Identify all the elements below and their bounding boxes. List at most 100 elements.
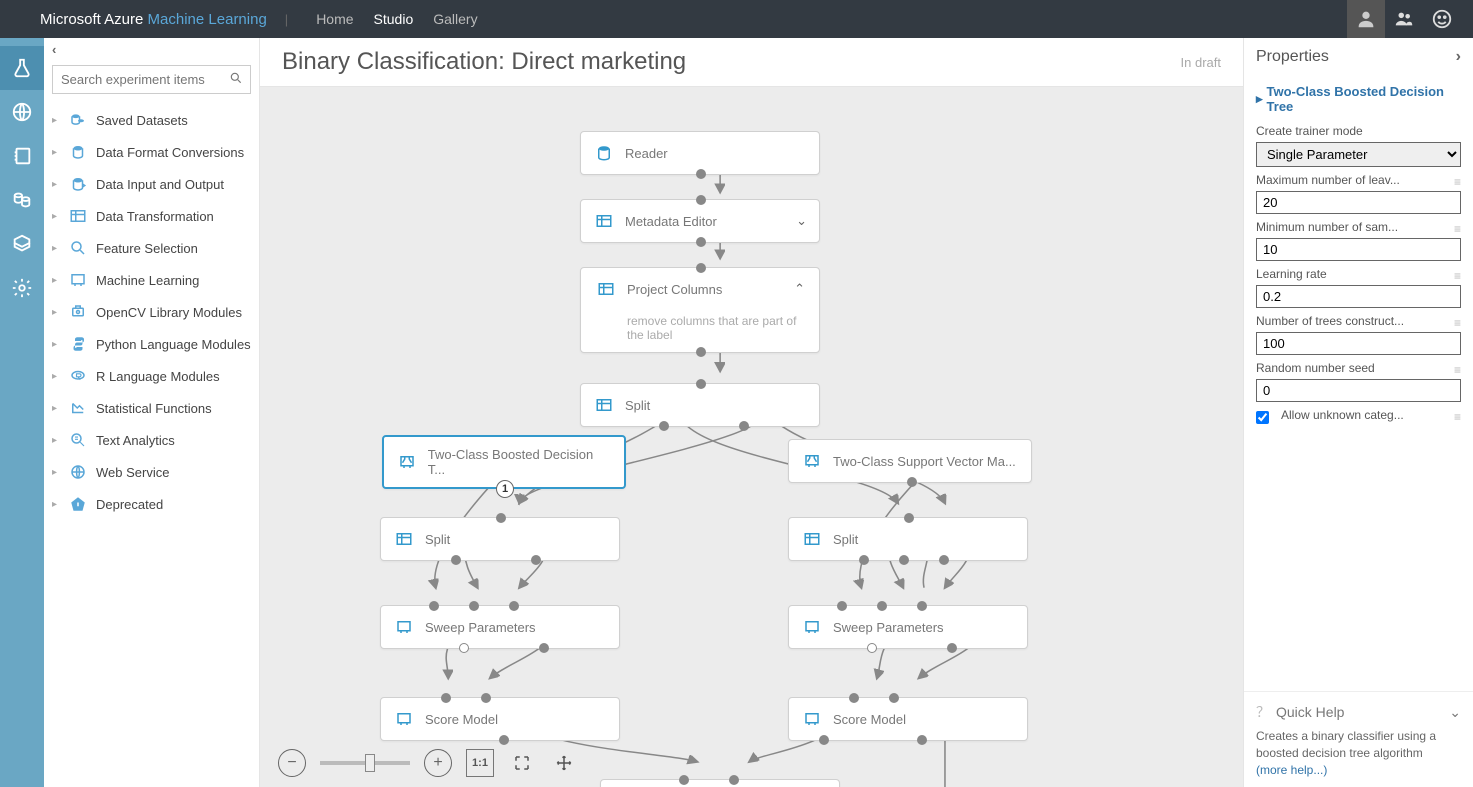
input-port[interactable] <box>849 693 859 703</box>
quick-help-header[interactable]: ？ Quick Help ⌄ <box>1256 702 1461 722</box>
category-data-transformation[interactable]: ▸Data Transformation <box>44 200 259 232</box>
node-evaluate-model[interactable]: Evaluate Model <box>600 779 840 787</box>
input-port[interactable] <box>481 693 491 703</box>
zoom-out-button[interactable]: − <box>278 749 306 777</box>
trainer-mode-select[interactable]: Single Parameter <box>1256 142 1461 167</box>
node-split-left[interactable]: Split <box>380 517 620 561</box>
pan-button[interactable] <box>550 749 578 777</box>
node-split-top[interactable]: Split <box>580 383 820 427</box>
node-sweep-right[interactable]: Sweep Parameters <box>788 605 1028 649</box>
category-feature-selection[interactable]: ▸Feature Selection <box>44 232 259 264</box>
input-port[interactable] <box>441 693 451 703</box>
output-port[interactable] <box>739 421 749 431</box>
output-port[interactable] <box>947 643 957 653</box>
category-machine-learning[interactable]: ▸Machine Learning <box>44 264 259 296</box>
menu-icon[interactable]: ≡ <box>1454 175 1461 189</box>
menu-icon[interactable]: ≡ <box>1454 316 1461 330</box>
feedback-icon[interactable] <box>1423 0 1461 38</box>
rail-datasets[interactable] <box>0 178 44 222</box>
section-header[interactable]: ▸ Two-Class Boosted Decision Tree <box>1256 80 1461 118</box>
menu-icon[interactable]: ≡ <box>1454 222 1461 236</box>
node-score-left[interactable]: Score Model <box>380 697 620 741</box>
category-web-service[interactable]: ▸Web Service <box>44 456 259 488</box>
category-r-language-modules[interactable]: ▸R Language Modules <box>44 360 259 392</box>
input-port[interactable] <box>877 601 887 611</box>
menu-icon[interactable]: ≡ <box>1454 269 1461 283</box>
input-port[interactable] <box>917 601 927 611</box>
min-samples-input[interactable] <box>1256 238 1461 261</box>
input-port[interactable] <box>679 775 689 785</box>
category-data-input-and-output[interactable]: ▸Data Input and Output <box>44 168 259 200</box>
seed-input[interactable] <box>1256 379 1461 402</box>
output-port[interactable] <box>659 421 669 431</box>
nav-studio[interactable]: Studio <box>374 11 414 27</box>
user-icon[interactable] <box>1347 0 1385 38</box>
rail-web-services[interactable] <box>0 90 44 134</box>
category-python-language-modules[interactable]: ▸Python Language Modules <box>44 328 259 360</box>
input-port[interactable] <box>889 693 899 703</box>
menu-icon[interactable]: ≡ <box>1454 363 1461 377</box>
team-icon[interactable] <box>1385 0 1423 38</box>
input-port[interactable] <box>904 513 914 523</box>
output-port[interactable] <box>859 555 869 565</box>
input-port[interactable] <box>696 379 706 389</box>
rail-notebooks[interactable] <box>0 134 44 178</box>
allow-unknown-checkbox[interactable] <box>1256 411 1269 424</box>
nav-home[interactable]: Home <box>316 11 353 27</box>
input-port[interactable] <box>729 775 739 785</box>
input-port[interactable] <box>469 601 479 611</box>
category-text-analytics[interactable]: ▸Text Analytics <box>44 424 259 456</box>
node-split-right[interactable]: Split <box>788 517 1028 561</box>
node-support-vector-machine[interactable]: Two-Class Support Vector Ma... <box>788 439 1032 483</box>
input-port[interactable] <box>429 601 439 611</box>
node-reader[interactable]: Reader <box>580 131 820 175</box>
max-leaves-input[interactable] <box>1256 191 1461 214</box>
output-port[interactable] <box>867 643 877 653</box>
chevron-up-icon[interactable]: ⌃ <box>794 281 805 297</box>
zoom-actual-button[interactable]: 1:1 <box>466 749 494 777</box>
num-trees-input[interactable] <box>1256 332 1461 355</box>
input-port[interactable] <box>837 601 847 611</box>
output-port[interactable] <box>696 237 706 247</box>
category-data-format-conversions[interactable]: ▸Data Format Conversions <box>44 136 259 168</box>
panel-collapse-icon[interactable]: › <box>1456 48 1461 66</box>
node-metadata-editor[interactable]: Metadata Editor ⌄ <box>580 199 820 243</box>
more-help-link[interactable]: (more help...) <box>1256 763 1327 777</box>
node-sweep-left[interactable]: Sweep Parameters <box>380 605 620 649</box>
output-port[interactable] <box>907 477 917 487</box>
output-port[interactable] <box>499 735 509 745</box>
zoom-in-button[interactable]: + <box>424 749 452 777</box>
input-port[interactable] <box>496 513 506 523</box>
experiment-title[interactable]: Binary Classification: Direct marketing <box>282 48 686 76</box>
output-port[interactable] <box>451 555 461 565</box>
output-port[interactable] <box>696 347 706 357</box>
category-deprecated[interactable]: ▸Deprecated <box>44 488 259 520</box>
experiment-canvas[interactable]: Reader Metadata Editor ⌄ Project Columns… <box>260 87 1243 787</box>
output-port[interactable] <box>459 643 469 653</box>
input-port[interactable] <box>696 195 706 205</box>
learning-rate-input[interactable] <box>1256 285 1461 308</box>
category-saved-datasets[interactable]: ▸Saved Datasets <box>44 104 259 136</box>
node-score-right[interactable]: Score Model <box>788 697 1028 741</box>
input-port[interactable] <box>696 263 706 273</box>
zoom-fit-button[interactable] <box>508 749 536 777</box>
category-opencv-library-modules[interactable]: ▸OpenCV Library Modules <box>44 296 259 328</box>
category-statistical-functions[interactable]: ▸Statistical Functions <box>44 392 259 424</box>
chevron-down-icon[interactable]: ⌄ <box>1449 704 1461 721</box>
menu-icon[interactable]: ≡ <box>1454 410 1461 424</box>
rail-experiments[interactable] <box>0 46 44 90</box>
search-input[interactable] <box>52 65 251 94</box>
output-port[interactable] <box>819 735 829 745</box>
node-project-columns[interactable]: Project Columns ⌃ remove columns that ar… <box>580 267 820 353</box>
output-port[interactable] <box>696 169 706 179</box>
zoom-slider[interactable] <box>320 761 410 765</box>
rail-models[interactable] <box>0 222 44 266</box>
rail-settings[interactable] <box>0 266 44 310</box>
output-port[interactable] <box>899 555 909 565</box>
output-port[interactable] <box>917 735 927 745</box>
output-port[interactable] <box>939 555 949 565</box>
input-port[interactable] <box>509 601 519 611</box>
chevron-down-icon[interactable]: ⌄ <box>796 213 807 229</box>
output-port[interactable] <box>539 643 549 653</box>
node-boosted-decision-tree[interactable]: Two-Class Boosted Decision T... 1 <box>382 435 626 489</box>
